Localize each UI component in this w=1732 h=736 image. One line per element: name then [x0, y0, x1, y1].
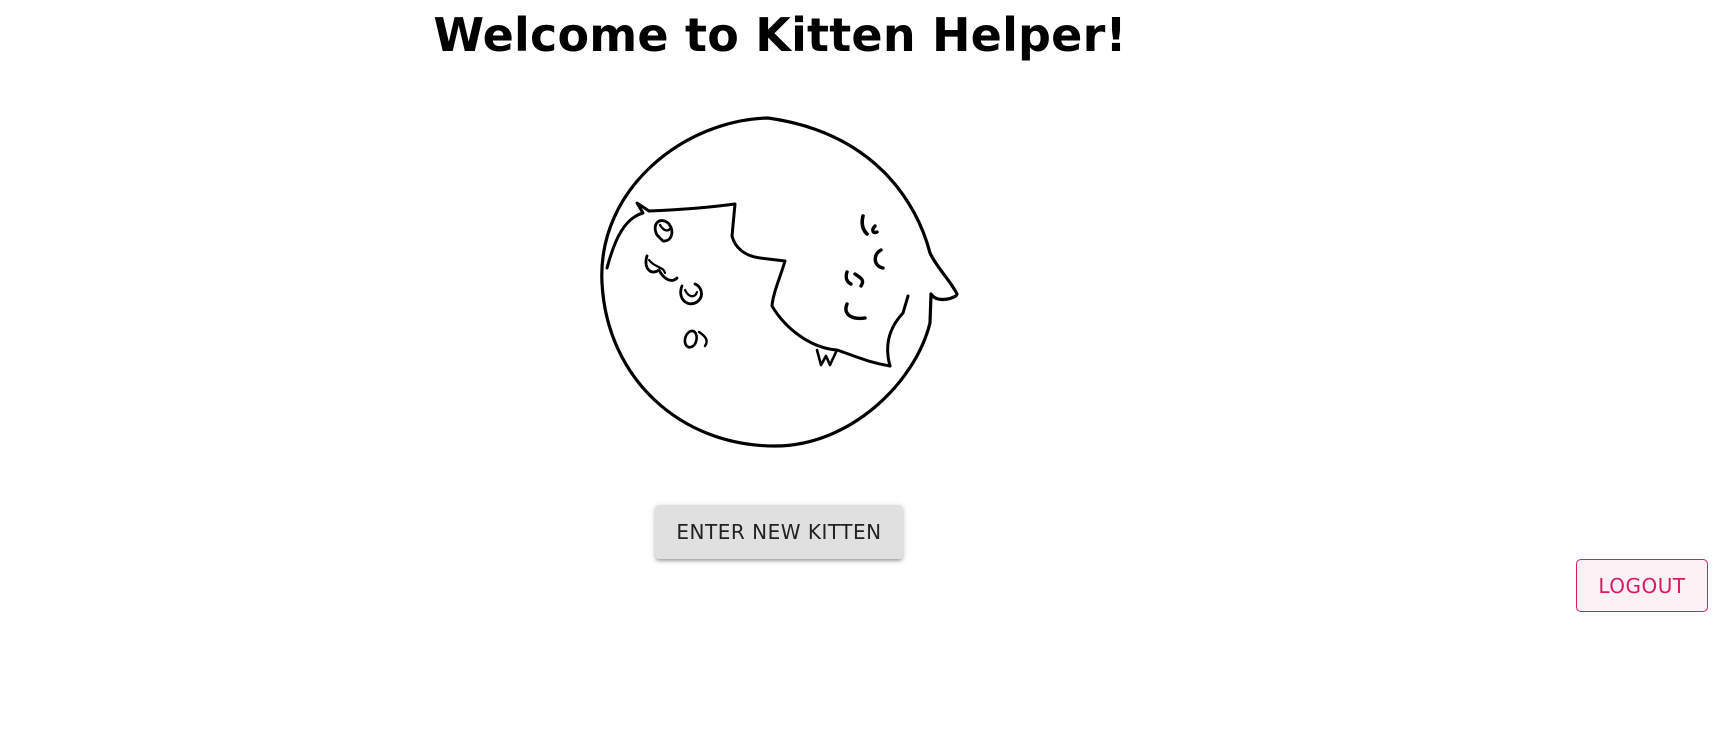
enter-new-kitten-button[interactable]: ENTER NEW KITTEN	[655, 505, 903, 559]
sleeping-cats-icon	[585, 108, 965, 460]
home-page: Welcome to Kitten Helper! ENTER NEW KITT…	[0, 0, 1732, 736]
logout-button[interactable]: LOGOUT	[1576, 559, 1708, 612]
page-title: Welcome to Kitten Helper!	[433, 8, 1127, 62]
